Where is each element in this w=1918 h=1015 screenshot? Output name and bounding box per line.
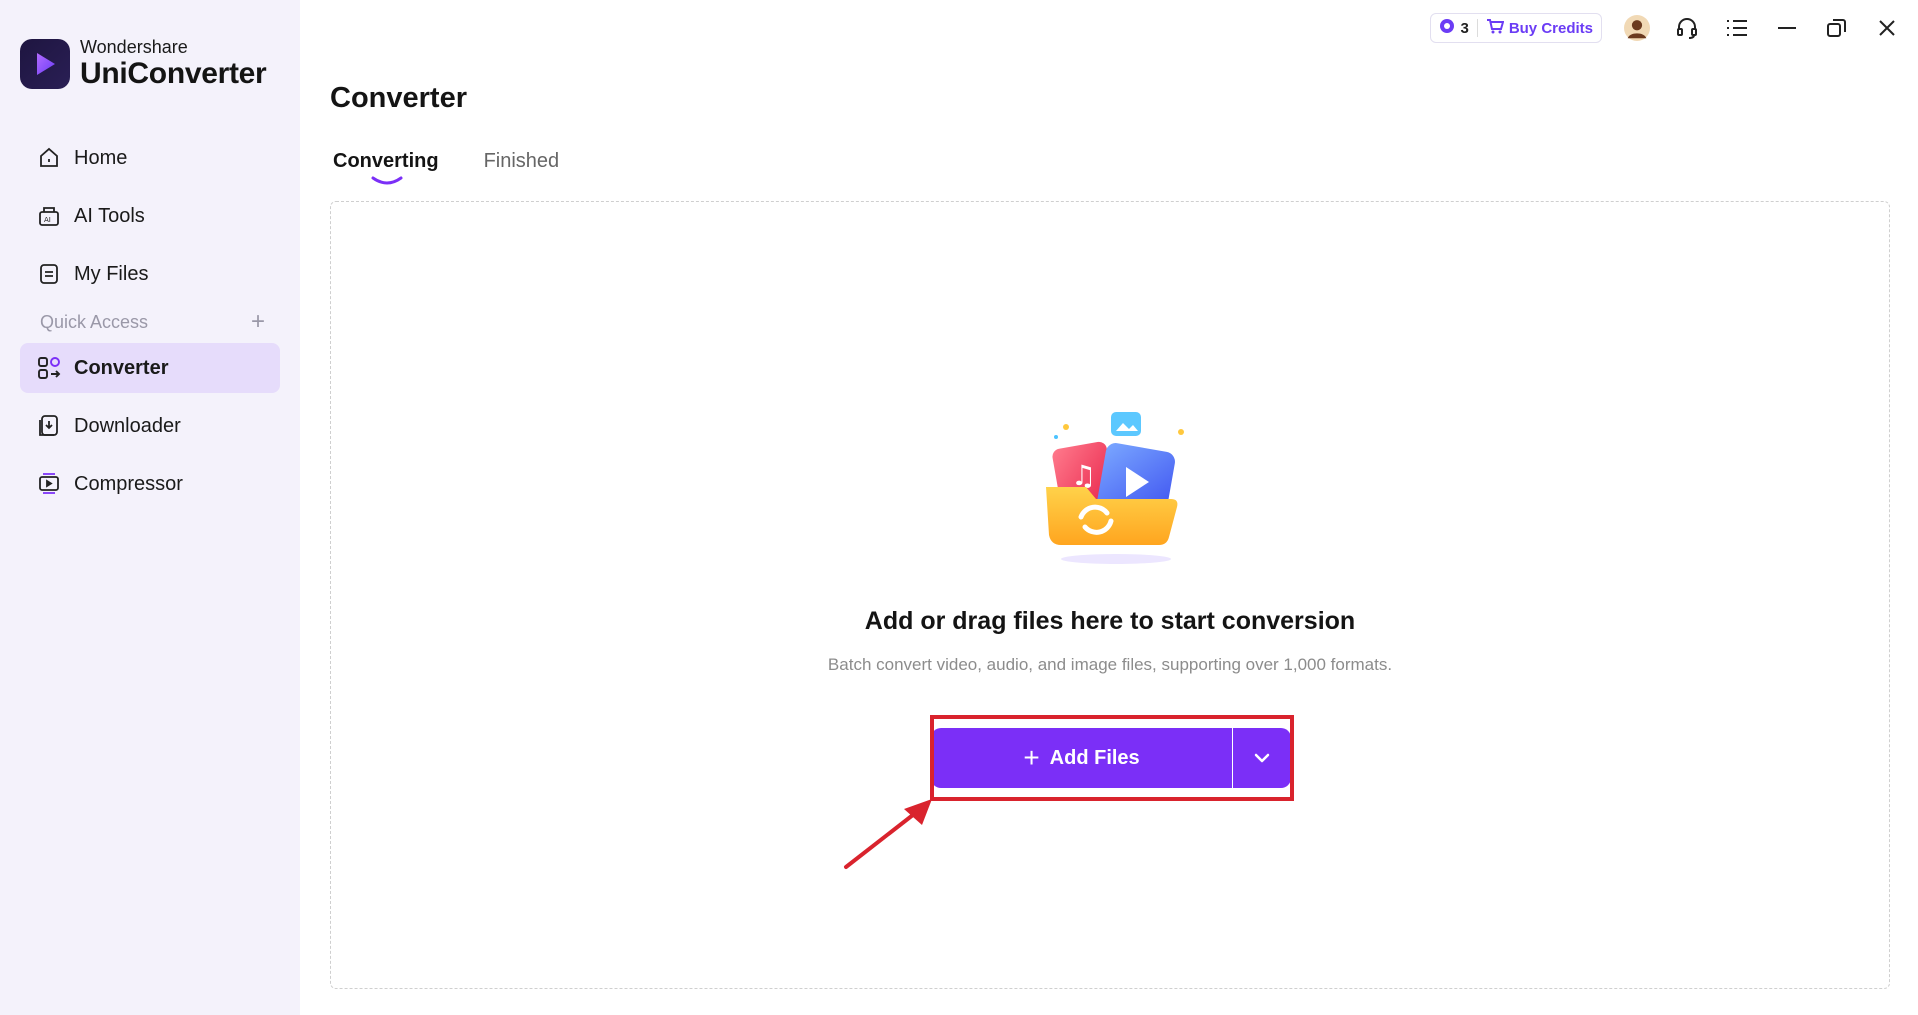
page-title: Converter [330,82,467,114]
top-bar: 3 Buy Credits [1430,12,1900,44]
compressor-icon [36,471,62,497]
red-arrow-annotation-icon [844,799,932,869]
active-tab-indicator [371,176,403,185]
tab-converting[interactable]: Converting [333,150,439,185]
brand-sub: Wondershare [80,37,188,57]
highlight-annotation [930,715,1294,801]
home-icon [36,145,62,171]
sidebar-item-home[interactable]: Home [20,133,280,183]
sidebar-item-label: AI Tools [74,204,145,227]
file-drop-zone[interactable]: ♫ Add or drag files here to start conver… [330,201,1890,989]
sidebar-item-my-files[interactable]: My Files [20,249,280,299]
sidebar-item-label: Downloader [74,414,181,437]
minimize-icon[interactable] [1774,15,1800,41]
restore-icon[interactable] [1824,15,1850,41]
credits-icon [1439,18,1455,38]
ai-tools-icon: AI [36,203,62,229]
folder-media-illustration-icon: ♫ [1046,412,1184,564]
svg-text:AI: AI [44,216,51,224]
sidebar: Wondershare UniConverter Home AI AI Tool… [0,0,300,1015]
sidebar-item-label: Compressor [74,472,183,495]
headset-icon[interactable] [1674,15,1700,41]
tab-finished[interactable]: Finished [484,150,560,173]
sidebar-item-compressor[interactable]: Compressor [20,459,280,509]
downloader-icon [36,413,62,439]
sidebar-item-label: Converter [74,356,169,379]
tab-label: Finished [483,150,560,172]
tab-bar: Converting Finished [333,150,604,185]
sidebar-item-label: Home [74,146,128,169]
quick-access-label: Quick Access [40,311,149,332]
add-quick-access-icon[interactable]: + [251,310,265,334]
credits-count: 3 [1460,19,1469,37]
converter-icon [36,355,62,381]
sidebar-item-downloader[interactable]: Downloader [20,401,280,451]
brand: Wondershare UniConverter [20,37,267,90]
uniconverter-logo-icon [20,38,70,89]
sidebar-item-label: My Files [74,262,149,285]
avatar[interactable] [1624,15,1650,41]
files-icon [36,261,62,287]
sidebar-item-converter[interactable]: Converter [20,343,280,393]
sidebar-item-ai-tools[interactable]: AI AI Tools [20,191,280,241]
drop-zone-subtitle: Batch convert video, audio, and image fi… [827,655,1393,674]
quick-access-header: Quick Access + [40,310,265,334]
brand-main: UniConverter [80,57,267,90]
cart-icon [1486,18,1505,38]
menu-list-icon[interactable] [1724,15,1750,41]
buy-credits-button[interactable]: Buy Credits [1509,20,1593,37]
credits-widget[interactable]: 3 Buy Credits [1430,13,1602,43]
close-icon[interactable] [1874,15,1900,41]
drop-zone-title: Add or drag files here to start conversi… [864,607,1356,635]
tab-label: Converting [333,150,439,172]
